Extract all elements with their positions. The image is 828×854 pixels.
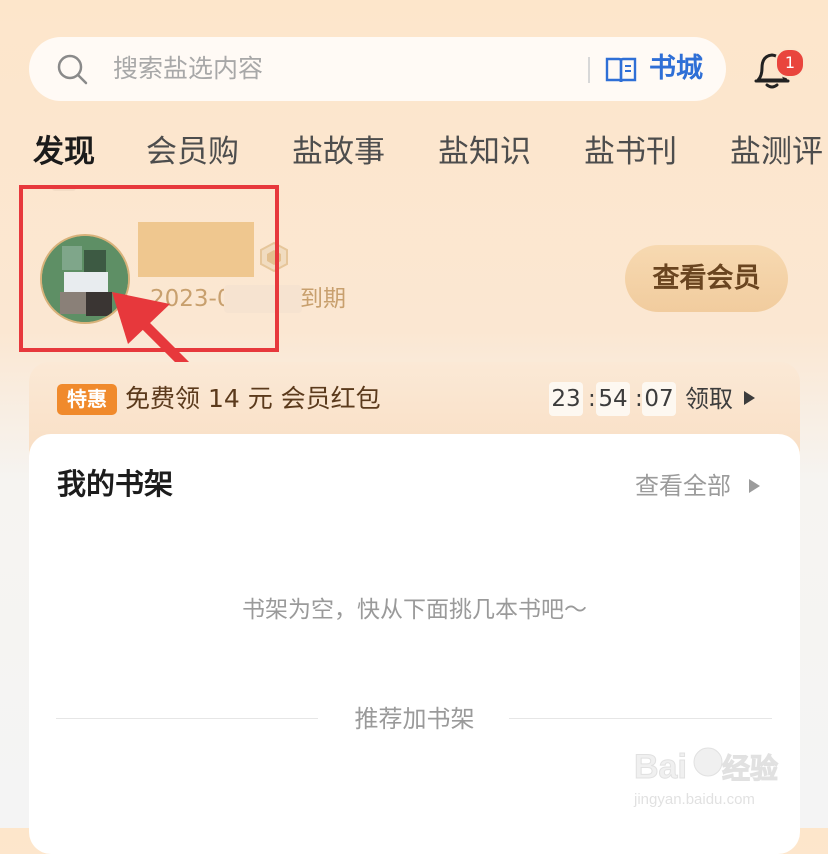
countdown-minutes: 54 (596, 382, 630, 416)
countdown-separator: : (588, 386, 596, 412)
countdown-seconds: 07 (642, 382, 676, 416)
tab-knowledge[interactable]: 盐知识 (438, 128, 531, 176)
play-arrow-icon (749, 479, 760, 493)
tab-member-shop[interactable]: 会员购 (146, 128, 239, 176)
bookshelf-title: 我的书架 (57, 467, 174, 501)
recommend-section-label: 推荐加书架 (354, 705, 475, 733)
search-bar[interactable]: 搜索盐选内容 书城 (29, 37, 726, 101)
search-divider (588, 57, 590, 83)
view-membership-button[interactable]: 查看会员 (625, 245, 788, 312)
promo-text: 免费领 14 元 会员红包 (125, 384, 381, 413)
category-tabs: 发现 会员购 盐故事 盐知识 盐书刊 盐测评 (0, 128, 828, 178)
play-arrow-icon (744, 391, 755, 405)
tab-discover[interactable]: 发现 (33, 128, 95, 176)
divider-line (509, 718, 772, 719)
membership-expiry-suffix: 到期 (300, 286, 346, 312)
countdown-hours: 23 (549, 382, 583, 416)
tab-reviews[interactable]: 盐测评 (730, 128, 823, 176)
baidu-jingyan-watermark: Bai 经验 jingyan.baidu.com (633, 747, 779, 808)
svg-text:jingyan.baidu.com: jingyan.baidu.com (633, 791, 755, 808)
tab-stories[interactable]: 盐故事 (292, 128, 385, 176)
empty-shelf-message: 书架为空，快从下面挑几本书吧～ (242, 597, 587, 623)
book-icon[interactable] (604, 55, 638, 85)
search-icon (57, 54, 88, 85)
claim-button[interactable]: 领取 (685, 382, 733, 416)
svg-text:经验: 经验 (722, 752, 778, 784)
tab-books-journals[interactable]: 盐书刊 (584, 128, 677, 176)
notification-badge: 1 (775, 48, 805, 78)
svg-text:Bai: Bai (634, 748, 687, 786)
search-input[interactable]: 搜索盐选内容 (113, 52, 263, 86)
promo-tag: 特惠 (57, 384, 117, 415)
book-store-link[interactable]: 书城 (649, 50, 703, 88)
view-all-link[interactable]: 查看全部 (635, 470, 731, 502)
